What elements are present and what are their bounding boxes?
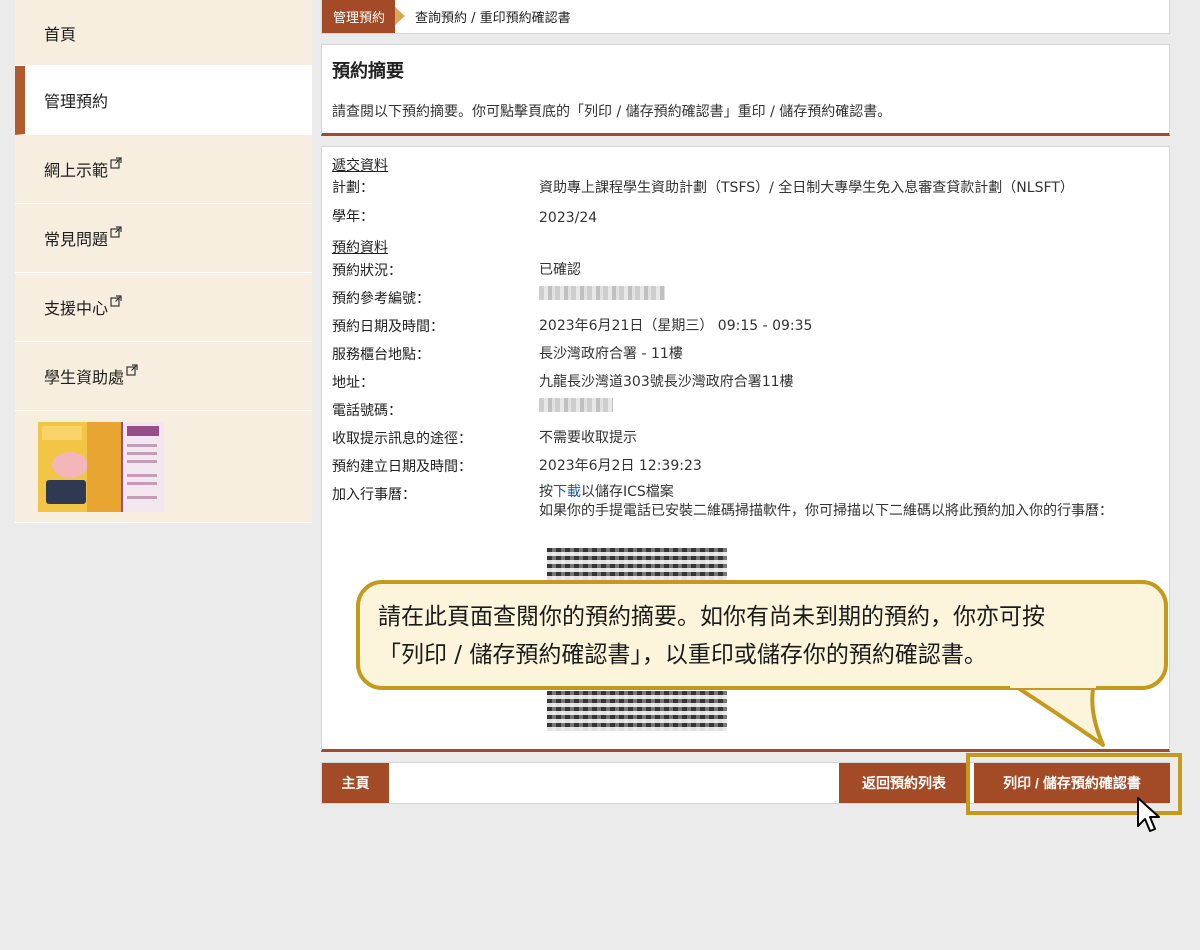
callout-tail-joint (1010, 682, 1096, 688)
external-link-icon (110, 295, 122, 307)
address-label: 地址： (332, 375, 374, 391)
promo-banner[interactable] (38, 421, 164, 512)
external-link-icon (110, 226, 122, 238)
reminder-value: 不需要收取提示 (539, 430, 637, 446)
created-label: 預約建立日期及時間： (332, 459, 472, 475)
sidebar-item-label: 首頁 (44, 24, 77, 44)
sidebar-item-label: 網上示範 (44, 161, 109, 180)
submission-section-title: 遞交資料 (332, 158, 388, 174)
ics-download-link[interactable]: 下載 (553, 484, 581, 500)
address-value: 九龍長沙灣道303號長沙灣政府合署11樓 (539, 374, 794, 390)
callout-line-2: 「列印 / 儲存預約確認書」，以重印或儲存你的預約確認書。 (378, 642, 987, 668)
promo-banner-row (15, 411, 312, 523)
status-label: 預約狀況： (332, 263, 402, 279)
phone-value-redacted (539, 398, 613, 412)
sidebar-item-faq[interactable]: 常見問題 (15, 204, 312, 273)
plan-value: 資助專上課程學生資助計劃（TSFS）/ 全日制大專學生免入息審查貸款計劃（NLS… (539, 180, 1074, 196)
sidebar-item-sfo[interactable]: 學生資助處 (15, 342, 312, 411)
summary-description: 請查閱以下預約摘要。你可點擊頁底的「列印 / 儲存預約確認書」重印 / 儲存預約… (332, 104, 892, 120)
sidebar-item-label: 支援中心 (44, 299, 109, 318)
sidebar-item-home[interactable]: 首頁 (15, 0, 312, 66)
year-value: 2023/24 (539, 210, 598, 226)
home-button[interactable]: 主頁 (322, 763, 389, 803)
calendar-qr-code-bottom (547, 691, 727, 731)
datetime-label: 預約日期及時間： (332, 319, 444, 335)
booking-section-title: 預約資料 (332, 240, 388, 256)
sidebar-item-label: 常見問題 (44, 230, 109, 249)
calendar-qr-instructions: 如果你的手提電話已安裝二維碼掃描軟件，你可掃描以下二維碼以將此預約加入你的行事曆… (539, 503, 1113, 519)
counter-label: 服務櫃台地點： (332, 347, 430, 363)
external-link-icon (126, 364, 138, 376)
calendar-qr-code (547, 548, 727, 580)
page-title: 預約摘要 (332, 61, 404, 82)
breadcrumb-current: 查詢預約 / 重印預約確認書 (415, 11, 571, 26)
year-label: 學年： (332, 209, 374, 225)
banner-leaflet-image (120, 421, 164, 512)
datetime-value: 2023年6月21日（星期三） 09:15 - 09:35 (539, 318, 813, 334)
counter-value: 長沙灣政府合署 - 11樓 (539, 346, 683, 362)
created-value: 2023年6月2日 12:39:23 (539, 458, 702, 474)
mouse-pointer-icon (1137, 797, 1160, 832)
external-link-icon (110, 157, 122, 169)
phone-label: 電話號碼： (332, 403, 402, 419)
calendar-post-text: 以儲存ICS檔案 (581, 484, 674, 500)
banner-piggy-image (38, 421, 121, 512)
status-value: 已確認 (539, 262, 581, 278)
reminder-label: 收取提示訊息的途徑： (332, 431, 472, 447)
callout-line-1: 請在此頁面查閱你的預約摘要。如你有尚未到期的預約，你亦可按 (378, 604, 1045, 630)
back-to-list-button[interactable]: 返回預約列表 (839, 763, 969, 803)
breadcrumb: 管理預約 查詢預約 / 重印預約確認書 (321, 0, 1170, 34)
sidebar-item-label: 學生資助處 (44, 368, 125, 387)
tutorial-callout: 請在此頁面查閱你的預約摘要。如你有尚未到期的預約，你亦可按 「列印 / 儲存預約… (356, 580, 1168, 690)
sidebar-item-manage-booking[interactable]: 管理預約 (15, 66, 312, 135)
plan-label: 計劃： (332, 180, 374, 196)
sidebar-item-online-demo[interactable]: 網上示範 (15, 135, 312, 204)
sidebar-item-support[interactable]: 支援中心 (15, 273, 312, 342)
calendar-label: 加入行事曆： (332, 487, 416, 503)
sidebar: 首頁 管理預約 網上示範 常見問題 支援中心 學生資助處 (15, 0, 312, 523)
calendar-pre-text: 按 (539, 484, 553, 500)
ref-label: 預約參考編號： (332, 291, 430, 307)
calendar-download-line: 按下載以儲存ICS檔案 (539, 481, 674, 501)
summary-panel: 預約摘要 請查閱以下預約摘要。你可點擊頁底的「列印 / 儲存預約確認書」重印 /… (321, 44, 1170, 136)
sidebar-item-label: 管理預約 (44, 92, 109, 111)
ref-value-redacted (539, 286, 665, 300)
breadcrumb-parent[interactable]: 管理預約 (322, 0, 406, 33)
